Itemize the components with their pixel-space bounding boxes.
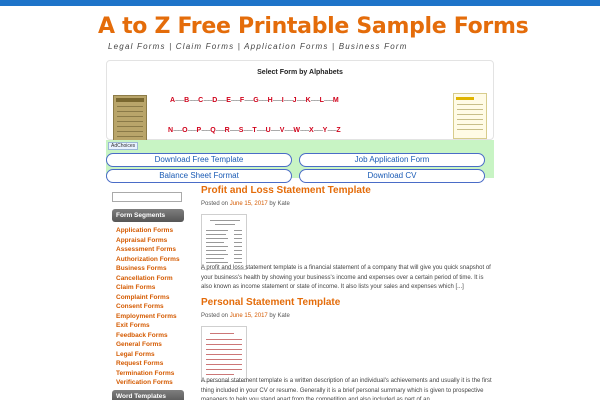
segment-link[interactable]: Claim Forms [116, 283, 196, 293]
segment-link[interactable]: Termination Forms [116, 369, 196, 379]
alpha-sep: ------ [244, 97, 254, 104]
alpha-sep: ------ [300, 127, 310, 134]
by-label: by [269, 201, 276, 207]
post-excerpt: A personal statement template is a writt… [201, 378, 492, 400]
post-date-link[interactable]: June 15, 2017 [230, 201, 268, 207]
form-segments-list: Application Forms Appraisal Forms Assess… [116, 226, 196, 388]
segment-link[interactable]: Employment Forms [116, 312, 196, 322]
segment-link[interactable]: Request Forms [116, 359, 196, 369]
alpha-sep: ------ [256, 127, 267, 134]
segment-link[interactable]: Authorization Forms [116, 255, 196, 265]
alpha-link-m[interactable]: M [333, 97, 339, 104]
alpha-sep: ------ [323, 97, 334, 104]
alpha-sep: ------ [187, 127, 198, 134]
segment-link[interactable]: Feedback Forms [116, 331, 196, 341]
search-input[interactable] [112, 192, 182, 202]
form-thumbnail-left[interactable] [113, 95, 147, 143]
segment-link[interactable]: Exit Forms [116, 321, 196, 331]
segment-link[interactable]: Appraisal Forms [116, 236, 196, 246]
segment-link[interactable]: Assessment Forms [116, 245, 196, 255]
ad-button-balance-sheet-format[interactable]: Balance Sheet Format [106, 169, 292, 183]
alpha-link-z[interactable]: Z [336, 127, 340, 134]
post-excerpt: A profit and loss statement template is … [201, 265, 491, 290]
ad-button-download-cv[interactable]: Download CV [299, 169, 485, 183]
alpha-sep: ------ [201, 127, 211, 134]
alpha-sep: ------ [217, 97, 227, 104]
segment-link[interactable]: General Forms [116, 340, 196, 350]
alpha-sep: ------ [270, 127, 281, 134]
segment-link[interactable]: Legal Forms [116, 350, 196, 360]
form-segments-heading: Form Segments [112, 209, 184, 222]
alpha-sep: ------ [230, 97, 241, 104]
posted-on-label: Posted on [201, 201, 229, 207]
post-title-link[interactable]: Personal Statement Template [201, 297, 340, 308]
alpha-sep: ------ [203, 97, 213, 104]
alpha-sep: ------ [175, 97, 185, 104]
segment-link[interactable]: Verification Forms [116, 378, 196, 388]
ad-button-job-application-form[interactable]: Job Application Form [299, 153, 485, 167]
post-meta: Posted on June 15, 2017 by Kate [201, 313, 290, 319]
post-author-link[interactable]: Kate [277, 313, 289, 319]
adchoices-badge[interactable]: AdChoices [108, 142, 139, 150]
post-thumbnail[interactable] [201, 326, 247, 382]
post-title-link[interactable]: Profit and Loss Statement Template [201, 185, 371, 196]
alpha-sep: ------ [229, 127, 240, 134]
posted-on-label: Posted on [201, 313, 229, 319]
segment-link[interactable]: Business Forms [116, 264, 196, 274]
site-title[interactable]: A to Z Free Printable Sample Forms [98, 14, 529, 39]
ad-button-download-free-template[interactable]: Download Free Template [106, 153, 292, 167]
form-thumbnail-right[interactable] [453, 93, 487, 139]
alpha-sep: ------ [258, 97, 269, 104]
alpha-sep: ------ [313, 127, 324, 134]
alpha-sep: ------ [272, 97, 283, 104]
post-date-link[interactable]: June 15, 2017 [230, 313, 268, 319]
alpha-sep: ------ [310, 97, 321, 104]
alpha-sep: ------ [173, 127, 183, 134]
alphabet-row-2: N ------ O ------ P ------ Q ------ R ------ … [168, 127, 341, 134]
post-author-link[interactable]: Kate [277, 201, 289, 207]
segment-link[interactable]: Consent Forms [116, 302, 196, 312]
alpha-sep: ------ [296, 97, 307, 104]
alpha-sep: ------ [243, 127, 253, 134]
alpha-sep: ------ [327, 127, 337, 134]
alphabet-panel-title: Select Form by Alphabets [257, 69, 343, 76]
post-meta: Posted on June 15, 2017 by Kate [201, 201, 290, 207]
post-thumbnail[interactable] [201, 214, 247, 270]
segment-link[interactable]: Application Forms [116, 226, 196, 236]
alpha-sep: ------ [284, 127, 294, 134]
alpha-sep: ------ [283, 97, 294, 104]
alpha-sep: ------ [189, 97, 199, 104]
segment-link[interactable]: Complaint Forms [116, 293, 196, 303]
word-templates-heading: Word Templates [112, 390, 184, 400]
alpha-sep: ------ [215, 127, 226, 134]
by-label: by [269, 313, 276, 319]
alphabet-row-1: A ------ B ------ C ------ D ------ E ------ … [170, 97, 339, 104]
alpha-link-w[interactable]: W [293, 127, 300, 134]
site-tagline: Legal Forms | Claim Forms | Application … [108, 42, 408, 51]
segment-link[interactable]: Cancellation Form [116, 274, 196, 284]
top-bar [0, 0, 600, 6]
